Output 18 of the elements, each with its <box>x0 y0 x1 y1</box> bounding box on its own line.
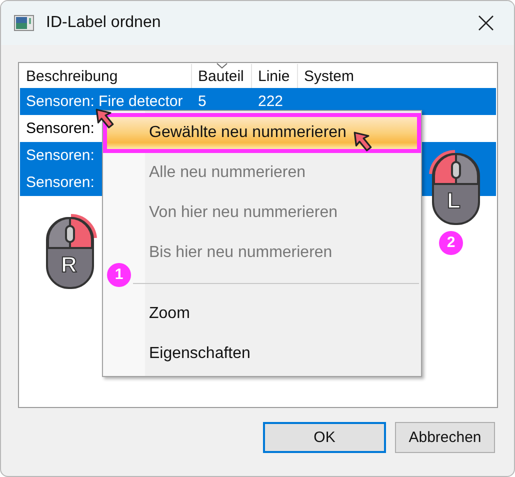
table-cell: Sensoren: <box>26 174 94 191</box>
table-cell: 5 <box>198 93 206 110</box>
window-title: ID-Label ordnen <box>46 14 162 32</box>
mouse-button-letter: R <box>61 252 77 278</box>
cancel-button[interactable]: Abbrechen <box>395 422 495 453</box>
step-badge: 2 <box>439 231 463 255</box>
app-icon <box>14 15 34 31</box>
menu-item[interactable]: Gewählte neu nummerieren <box>103 113 421 153</box>
close-icon[interactable] <box>478 15 494 31</box>
column-header[interactable]: System <box>298 64 488 88</box>
menu-item[interactable]: Zoom <box>103 294 421 334</box>
table-cell: 222 <box>258 93 284 110</box>
ok-button[interactable]: OK <box>263 422 386 453</box>
mouse-button-letter: L <box>447 188 460 214</box>
menu-item[interactable]: Eigenschaften <box>103 334 421 374</box>
table-cell: Sensoren: Fire detector <box>26 93 183 110</box>
table-cell: Sensoren: <box>26 147 94 164</box>
list-view[interactable] <box>18 62 498 408</box>
